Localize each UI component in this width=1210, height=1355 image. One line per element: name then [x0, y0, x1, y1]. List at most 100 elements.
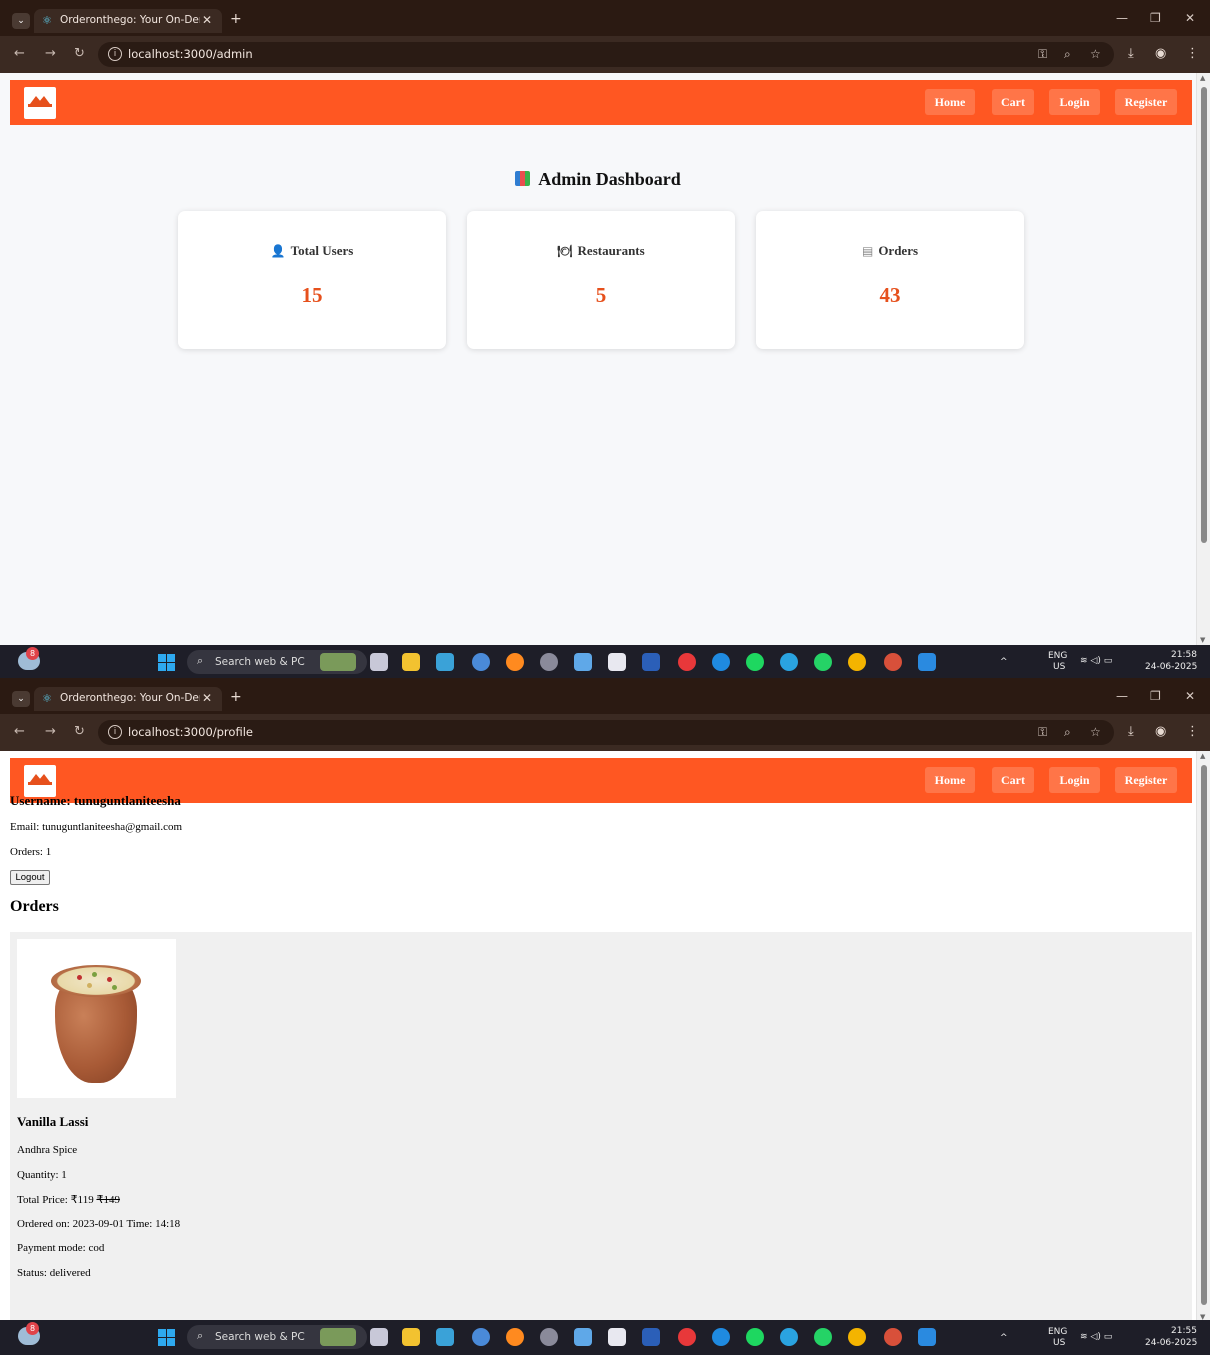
menu-kebab-icon[interactable]: ⋮ [1186, 724, 1199, 739]
new-tab-button[interactable]: + [230, 11, 242, 27]
firefox-icon[interactable] [506, 653, 524, 671]
password-key-icon[interactable]: ⚿ [1038, 725, 1047, 740]
scroll-up-icon[interactable]: ▲ [1200, 74, 1205, 82]
forward-icon[interactable]: → [45, 46, 56, 61]
file-explorer-icon[interactable] [402, 653, 420, 671]
brave-icon[interactable] [678, 1328, 696, 1346]
whatsapp-icon[interactable] [814, 1328, 832, 1346]
site-info-icon[interactable]: i [108, 725, 122, 739]
address-bar[interactable]: i localhost:3000/profile ⚿ ⌕ ☆ [98, 720, 1114, 745]
address-bar[interactable]: i localhost:3000/admin ⚿ ⌕ ☆ [98, 42, 1114, 67]
firefox-icon[interactable] [506, 1328, 524, 1346]
telegram-icon[interactable] [780, 1328, 798, 1346]
edge-icon[interactable] [712, 653, 730, 671]
region-text[interactable]: US [1053, 662, 1065, 672]
tray-chevron-icon[interactable]: ^ [1000, 1333, 1008, 1343]
file-explorer-icon[interactable] [402, 1328, 420, 1346]
bookmark-star-icon[interactable]: ☆ [1090, 725, 1101, 739]
clock-date[interactable]: 24-06-2025 [1145, 662, 1197, 672]
nav-cart-button[interactable]: Cart [992, 89, 1034, 115]
store-icon[interactable] [608, 1328, 626, 1346]
nav-home-button[interactable]: Home [925, 89, 975, 115]
tab-search-button[interactable]: ⌄ [12, 691, 30, 707]
region-text[interactable]: US [1053, 1338, 1065, 1348]
telegram-icon[interactable] [780, 653, 798, 671]
task-view-icon[interactable] [370, 653, 388, 671]
profile-avatar-icon[interactable]: ◉ [1155, 724, 1166, 739]
page-scrollbar[interactable]: ▲ ▼ [1196, 751, 1210, 1322]
scroll-down-icon[interactable]: ▼ [1200, 636, 1205, 644]
tab-close-icon[interactable]: ✕ [202, 691, 212, 705]
browser-tab[interactable]: ⚛ Orderonthego: Your On-Deman ✕ [34, 687, 222, 711]
word-icon[interactable] [642, 1328, 660, 1346]
whatsapp-icon[interactable] [814, 653, 832, 671]
mobile-app-icon[interactable] [436, 653, 454, 671]
nav-cart-button[interactable]: Cart [992, 767, 1034, 793]
nav-login-button[interactable]: Login [1049, 89, 1100, 115]
store-icon[interactable] [608, 653, 626, 671]
reload-icon[interactable]: ↻ [74, 724, 85, 739]
spotify-icon[interactable] [746, 653, 764, 671]
start-menu-icon[interactable] [158, 654, 175, 671]
window-close-icon[interactable]: ✕ [1185, 11, 1195, 25]
settings-icon[interactable] [540, 653, 558, 671]
site-info-icon[interactable]: i [108, 47, 122, 61]
nav-home-button[interactable]: Home [925, 767, 975, 793]
language-text[interactable]: ENG [1048, 651, 1067, 661]
copilot-icon[interactable] [574, 1328, 592, 1346]
wifi-volume-battery-icon[interactable]: ≋ ◁) ▭ [1080, 1332, 1112, 1342]
chrome-profile-icon[interactable] [884, 653, 902, 671]
task-view-icon[interactable] [370, 1328, 388, 1346]
brave-icon[interactable] [678, 653, 696, 671]
app-logo[interactable] [24, 87, 56, 119]
chrome-icon[interactable] [848, 1328, 866, 1346]
minimize-icon[interactable]: — [1116, 689, 1128, 703]
download-icon[interactable]: ⤓ [1128, 724, 1134, 739]
spotify-icon[interactable] [746, 1328, 764, 1346]
copilot-icon[interactable] [574, 653, 592, 671]
tab-close-icon[interactable]: ✕ [202, 13, 212, 27]
chrome-icon[interactable] [848, 653, 866, 671]
restore-icon[interactable]: ❐ [1150, 11, 1161, 25]
clock-time[interactable]: 21:58 [1171, 650, 1197, 660]
window-close-icon[interactable]: ✕ [1185, 689, 1195, 703]
clock-time[interactable]: 21:55 [1171, 1326, 1197, 1336]
news-widget-icon[interactable] [320, 1328, 356, 1346]
settings-icon[interactable] [540, 1328, 558, 1346]
news-widget-icon[interactable] [320, 653, 356, 671]
tray-chevron-icon[interactable]: ^ [1000, 657, 1008, 667]
nav-register-button[interactable]: Register [1115, 767, 1177, 793]
nav-register-button[interactable]: Register [1115, 89, 1177, 115]
page-scrollbar[interactable]: ▲ ▼ [1196, 73, 1210, 645]
wifi-volume-battery-icon[interactable]: ≋ ◁) ▭ [1080, 656, 1112, 666]
chrome-profile-icon[interactable] [884, 1328, 902, 1346]
back-icon[interactable]: ← [14, 46, 25, 61]
clock-date[interactable]: 24-06-2025 [1145, 1338, 1197, 1348]
edge-icon[interactable] [712, 1328, 730, 1346]
scroll-up-icon[interactable]: ▲ [1200, 752, 1205, 760]
logout-button[interactable]: Logout [10, 870, 50, 885]
word-icon[interactable] [642, 653, 660, 671]
tab-search-button[interactable]: ⌄ [12, 13, 30, 29]
forward-icon[interactable]: → [45, 724, 56, 739]
reload-icon[interactable]: ↻ [74, 46, 85, 61]
zoom-icon[interactable]: ⌕ [1064, 725, 1071, 740]
language-text[interactable]: ENG [1048, 1327, 1067, 1337]
bookmark-star-icon[interactable]: ☆ [1090, 47, 1101, 61]
back-icon[interactable]: ← [14, 724, 25, 739]
browser-tab[interactable]: ⚛ Orderonthego: Your On-Deman ✕ [34, 9, 222, 33]
menu-kebab-icon[interactable]: ⋮ [1186, 46, 1199, 61]
nav-login-button[interactable]: Login [1049, 767, 1100, 793]
help-app-icon[interactable] [472, 1328, 490, 1346]
scroll-thumb[interactable] [1201, 765, 1207, 1305]
profile-avatar-icon[interactable]: ◉ [1155, 46, 1166, 61]
download-icon[interactable]: ⤓ [1128, 46, 1134, 61]
zoom-icon[interactable]: ⌕ [1064, 47, 1071, 62]
url-text[interactable]: localhost:3000/admin [128, 47, 253, 61]
restore-icon[interactable]: ❐ [1150, 689, 1161, 703]
url-text[interactable]: localhost:3000/profile [128, 725, 253, 739]
password-key-icon[interactable]: ⚿ [1038, 47, 1047, 62]
start-menu-icon[interactable] [158, 1329, 175, 1346]
new-tab-button[interactable]: + [230, 689, 242, 705]
vscode-icon[interactable] [918, 653, 936, 671]
